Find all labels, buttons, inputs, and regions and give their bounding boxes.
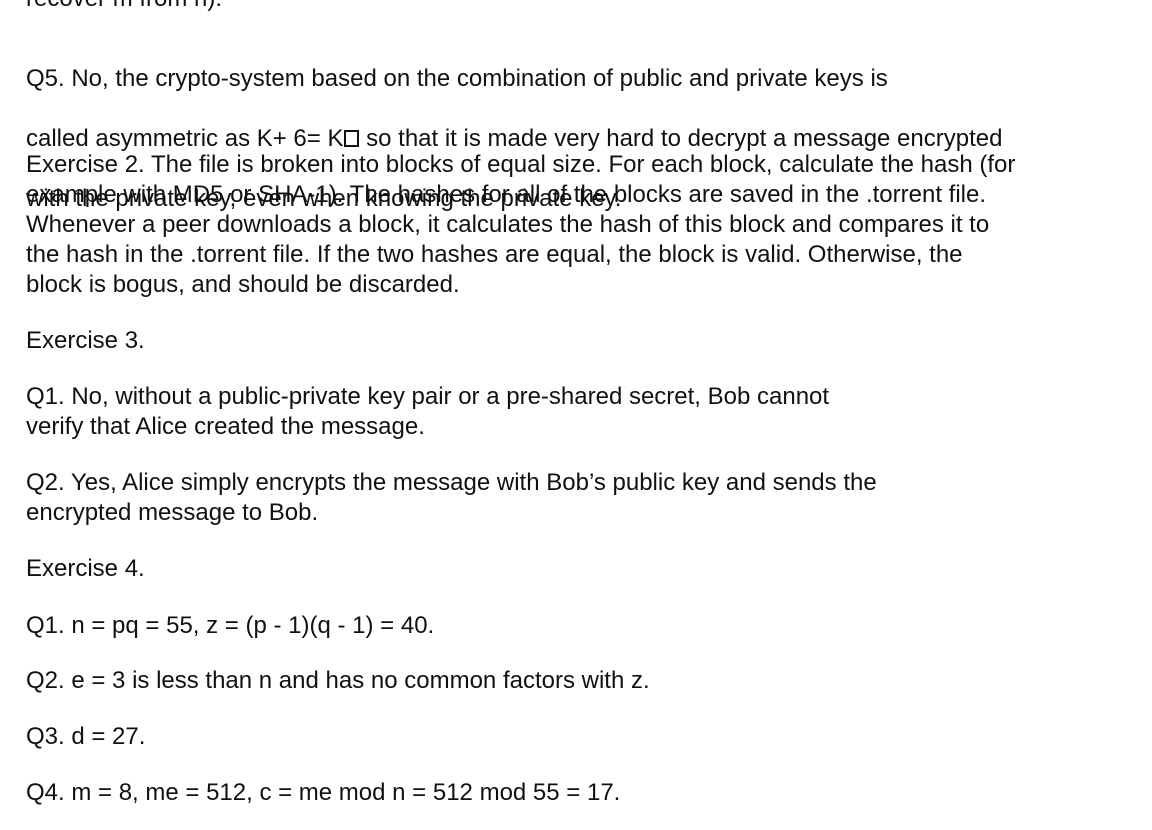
- paragraph-exercise-4-q3: Q3. d = 27.: [26, 723, 146, 750]
- paragraph-exercise-4-q1: Q1. n = pq = 55, z = (p - 1)(q - 1) = 40…: [26, 612, 435, 639]
- q5-line-1: Q5. No, the crypto-system based on the c…: [26, 65, 888, 92]
- paragraph-exercise-2: Exercise 2. The file is broken into bloc…: [26, 151, 1016, 298]
- heading-exercise-4: Exercise 4.: [26, 555, 145, 582]
- missing-glyph-box-icon: [344, 130, 360, 147]
- paragraph-exercise-4-q2: Q2. e = 3 is less than n and has no comm…: [26, 667, 650, 694]
- paragraph-exercise-3-q2: Q2. Yes, Alice simply encrypts the messa…: [26, 469, 877, 526]
- q5-line-2-start: called asymmetric as K+ 6= K: [26, 125, 344, 152]
- cropped-previous-line: recover m from n).: [26, 0, 222, 14]
- heading-exercise-3: Exercise 3.: [26, 327, 145, 354]
- paragraph-exercise-3-q1: Q1. No, without a public-private key pai…: [26, 383, 830, 440]
- q5-line-2-end: so that it is made very hard to decrypt …: [359, 125, 1003, 152]
- paragraph-exercise-4-q4: Q4. m = 8, me = 512, c = me mod n = 512 …: [26, 779, 621, 806]
